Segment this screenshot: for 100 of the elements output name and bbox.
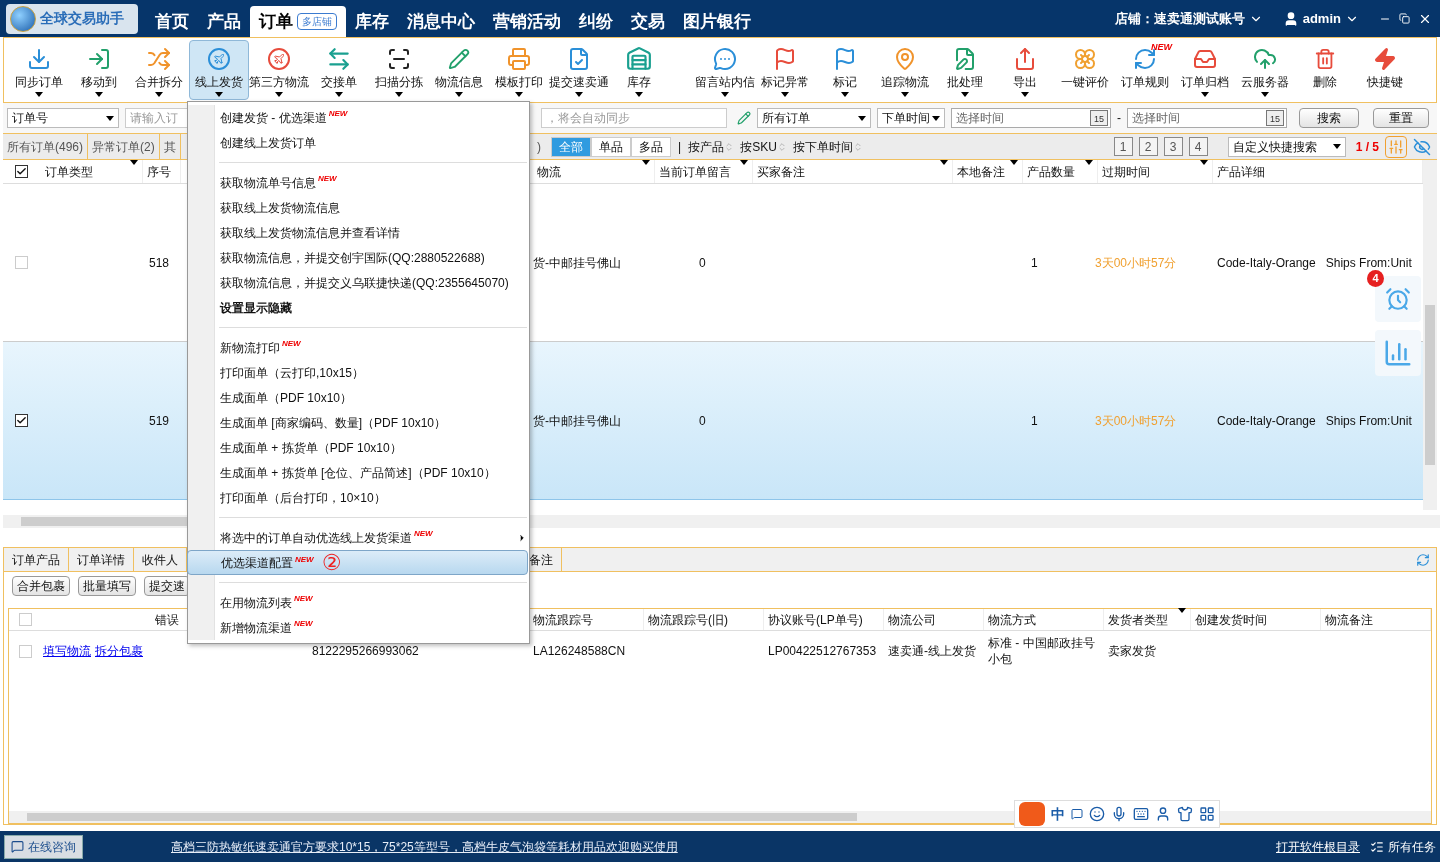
toolbar-button[interactable]: 库存 <box>609 40 669 100</box>
app-logo[interactable]: 全球交易助手 <box>6 3 138 34</box>
vertical-scrollbar[interactable] <box>1423 160 1437 510</box>
menu-item[interactable]: 创建线上发货订单 <box>215 130 529 155</box>
toolbar-button[interactable]: 导出 <box>995 40 1055 100</box>
refresh-icon[interactable] <box>1416 552 1430 567</box>
nav-tab[interactable]: 产品 <box>198 6 250 37</box>
nav-tab[interactable]: 交易 <box>622 6 674 37</box>
toolbar-button[interactable]: 合并拆分 <box>129 40 189 100</box>
sort-button[interactable]: 按下单时间 <box>792 137 863 156</box>
column-header[interactable]: 创建发货时间 <box>1195 610 1267 629</box>
column-header[interactable]: 物流跟踪号 <box>533 610 593 629</box>
date-field[interactable]: 选择时间 15 <box>1127 108 1287 128</box>
reset-button[interactable]: 重置 <box>1373 108 1429 128</box>
nav-tab[interactable]: 库存 <box>346 6 398 37</box>
chart-widget[interactable] <box>1375 330 1421 376</box>
order-select[interactable]: 所有订单 <box>757 108 871 128</box>
date-field[interactable]: 选择时间 15 <box>951 108 1111 128</box>
menu-item[interactable]: 获取线上发货物流信息并查看详情 <box>215 220 529 245</box>
column-header[interactable]: 当前订单留言 <box>655 160 753 183</box>
menu-item[interactable]: 获取线上发货物流信息 <box>215 195 529 220</box>
user-menu[interactable]: admin <box>1282 8 1359 29</box>
toolbar-button[interactable]: 留言站内信 <box>695 40 755 100</box>
toolbar-button[interactable]: 快捷键 <box>1355 40 1415 100</box>
action-link[interactable]: 拆分包裹 <box>95 642 143 660</box>
column-header[interactable]: 物流方式 <box>988 610 1036 629</box>
page-button[interactable]: 2 <box>1138 137 1158 156</box>
column-header[interactable]: 物流 <box>533 160 655 183</box>
action-link[interactable]: 填写物流 <box>43 642 91 660</box>
pencil-icon[interactable] <box>737 111 751 125</box>
panel-button[interactable]: 提交速 <box>144 576 190 596</box>
column-header[interactable]: 发货者类型 <box>1108 610 1168 629</box>
sliders-icon[interactable] <box>1385 135 1407 158</box>
nav-tab[interactable]: 营销活动 <box>484 6 570 37</box>
column-header[interactable]: 物流公司 <box>888 610 936 629</box>
toolbar-button[interactable]: 云服务器 <box>1235 40 1295 100</box>
eye-off-icon[interactable] <box>1413 137 1431 156</box>
restore-icon[interactable] <box>1399 13 1410 24</box>
type-filter[interactable]: 多品 <box>631 136 671 157</box>
sort-button[interactable]: 按产品 <box>688 137 735 156</box>
detail-tab[interactable]: 订单详情 <box>69 548 134 571</box>
toolbar-button[interactable]: 批处理 <box>935 40 995 100</box>
toolbar-button[interactable]: 一键评价 <box>1055 40 1115 100</box>
chat-button[interactable]: 在线咨询 <box>4 834 83 859</box>
open-folder-link[interactable]: 打开软件根目录 <box>1276 837 1360 856</box>
menu-item[interactable]: 打印面单（云打印,10x15） <box>215 360 529 385</box>
menu-item[interactable]: 生成面单 + 拣货单（PDF 10x10） <box>215 435 529 460</box>
toolbar-button[interactable]: 追踪物流 <box>875 40 935 100</box>
order-tab[interactable]: 其 <box>159 134 181 159</box>
column-header[interactable]: 物流备注 <box>1325 610 1373 629</box>
menu-item[interactable]: 设置显示隐藏 <box>215 295 529 320</box>
search-button[interactable]: 搜索 <box>1299 108 1359 128</box>
page-button[interactable]: 3 <box>1163 137 1183 156</box>
row-checkbox[interactable] <box>15 414 28 427</box>
column-header[interactable]: 产品数量 <box>1023 160 1098 183</box>
menu-item[interactable]: 获取物流信息，并提交创宇国际(QQ:2880522688) <box>215 245 529 270</box>
nav-tab[interactable]: 纠纷 <box>570 6 622 37</box>
column-header[interactable]: 序号 <box>143 160 181 183</box>
column-header[interactable]: 物流跟踪号(旧) <box>648 610 728 629</box>
toolbar-button[interactable]: 线上发货 <box>189 40 249 100</box>
order-tab[interactable]: ) <box>533 134 545 159</box>
toolbar-button[interactable]: 同步订单 <box>9 40 69 100</box>
order-tab[interactable]: 异常订单(2) <box>88 134 160 159</box>
column-header[interactable]: 过期时间 <box>1098 160 1213 183</box>
page-button[interactable]: 4 <box>1188 137 1208 156</box>
menu-item[interactable]: 生成面单 + 拣货单 [仓位、产品简述]（PDF 10x10） <box>215 460 529 485</box>
toolbar-button[interactable]: 订单归档 <box>1175 40 1235 100</box>
menu-item[interactable]: 生成面单（PDF 10x10） <box>215 385 529 410</box>
column-header[interactable]: 买家备注 <box>753 160 953 183</box>
order-tab[interactable]: 所有订单(496) <box>3 134 88 159</box>
toolbar-button[interactable]: NEW 订单规则 <box>1115 40 1175 100</box>
detail-tab[interactable]: 订单产品 <box>4 548 69 571</box>
column-header[interactable]: 本地备注 <box>953 160 1023 183</box>
time-select[interactable]: 下单时间 <box>877 108 945 128</box>
column-header[interactable]: 订单类型 <box>41 160 143 183</box>
field-select[interactable]: 订单号 <box>7 108 119 128</box>
panel-button[interactable]: 批量填写 <box>78 576 136 596</box>
nav-tab[interactable]: 消息中心 <box>398 6 484 37</box>
nav-tab[interactable]: 订单 多店铺 <box>250 6 346 37</box>
select-all-checkbox[interactable] <box>15 165 28 178</box>
ime-toolbar[interactable]: 中 <box>1014 800 1220 828</box>
sort-button[interactable]: 按SKU <box>740 137 787 156</box>
toolbar-button[interactable]: 提交速卖通 <box>549 40 609 100</box>
column-header[interactable]: 协议账号(LP单号) <box>768 610 863 629</box>
column-header[interactable]: 错误 <box>155 610 179 629</box>
panel-button[interactable]: 合并包裹 <box>12 576 70 596</box>
toolbar-button[interactable]: 删除 <box>1295 40 1355 100</box>
toolbar-button[interactable]: 移动到 <box>69 40 129 100</box>
page-button[interactable]: 1 <box>1113 137 1133 156</box>
nav-tab[interactable]: 首页 <box>146 6 198 37</box>
menu-item[interactable]: 生成面单 [商家编码、数量]（PDF 10x10） <box>215 410 529 435</box>
menu-item[interactable]: 获取物流信息，并提交义乌联捷快递(QQ:2355645070) <box>215 270 529 295</box>
toolbar-button[interactable]: 标记 <box>815 40 875 100</box>
toolbar-button[interactable]: 标记异常 <box>755 40 815 100</box>
store-selector[interactable]: 店铺：速卖通测试账号 <box>1114 8 1263 29</box>
type-filter[interactable]: 单品 <box>591 136 631 157</box>
ad-link[interactable]: 高档三防热敏纸速卖通官方要求10*15，75*25等型号，高档牛皮气泡袋等耗材用品欢迎购买使用 <box>171 837 678 856</box>
nav-tab[interactable]: 图片银行 <box>674 6 760 37</box>
tasks-button[interactable]: 所有任务 <box>1370 837 1436 856</box>
quick-search-select[interactable]: 自定义快捷搜索 <box>1227 136 1346 157</box>
